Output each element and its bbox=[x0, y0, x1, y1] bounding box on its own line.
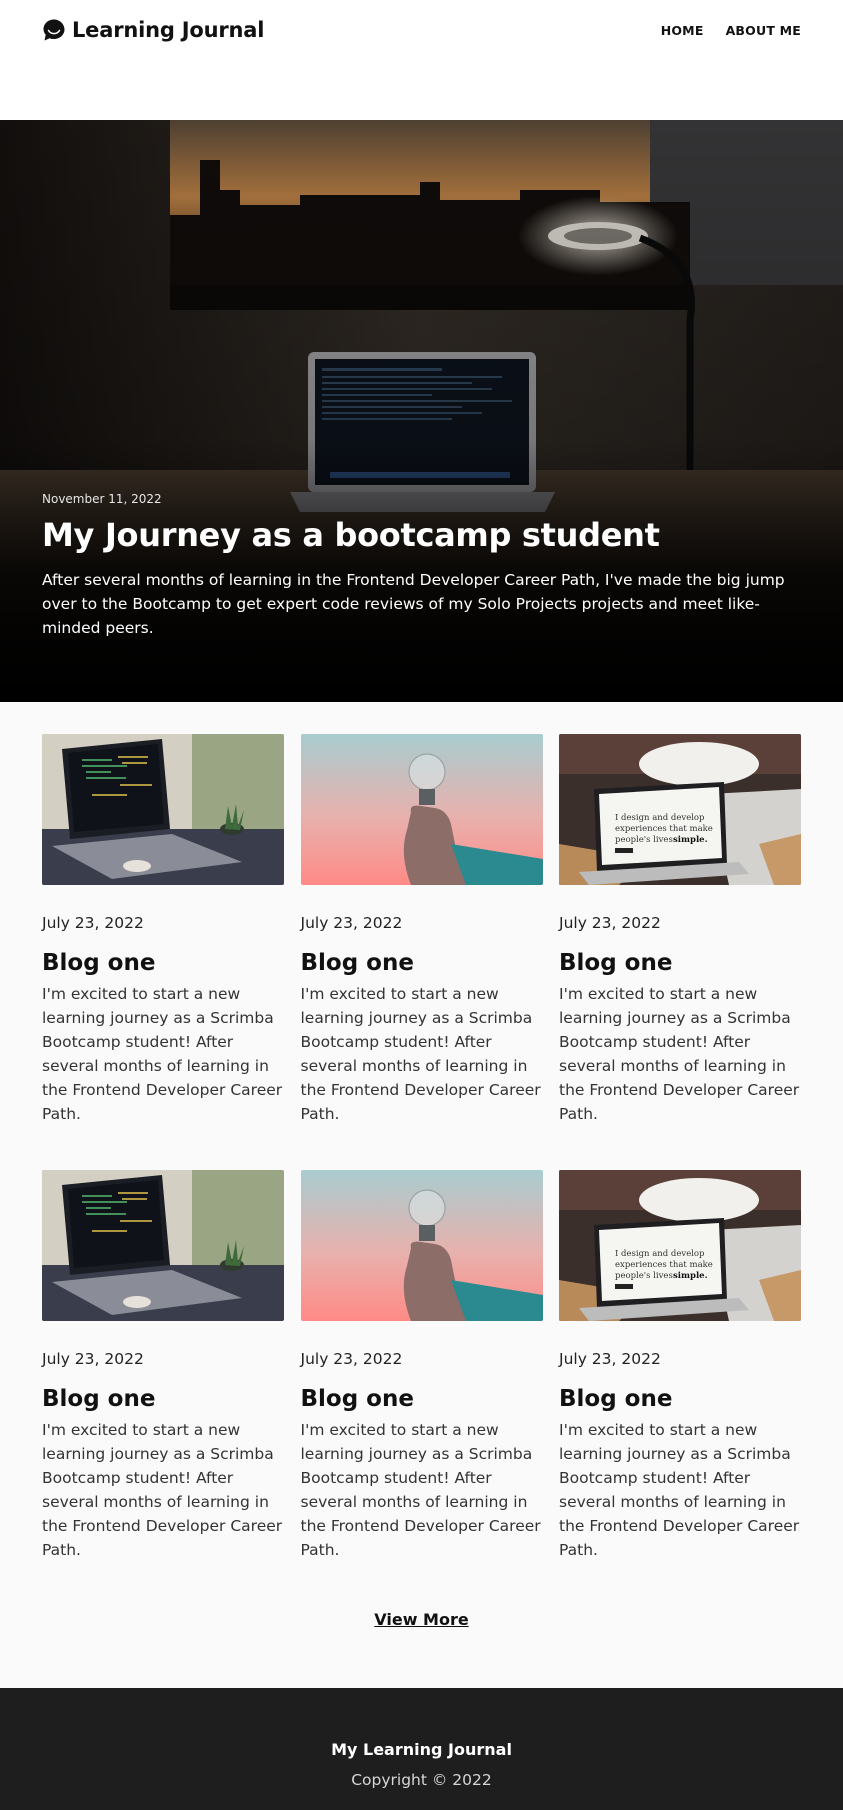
hero-title[interactable]: My Journey as a bootcamp student bbox=[42, 516, 801, 554]
svg-text:people's lives: people's lives bbox=[615, 1271, 673, 1281]
post-date: July 23, 2022 bbox=[300, 1350, 403, 1368]
post-title[interactable]: Blog one bbox=[42, 950, 284, 976]
hero-date: November 11, 2022 bbox=[42, 492, 162, 506]
nav-home-link[interactable]: HOME bbox=[661, 23, 704, 38]
posts-grid: July 23, 2022 Blog one I'm excited to st… bbox=[0, 702, 843, 1606]
post-title[interactable]: Blog one bbox=[301, 950, 543, 976]
lightbulb-thumbnail-image bbox=[300, 1170, 543, 1321]
view-more-container: View More bbox=[0, 1606, 843, 1688]
post-excerpt: I'm excited to start a new learning jour… bbox=[42, 985, 283, 1123]
post-date: July 23, 2022 bbox=[559, 1350, 661, 1368]
svg-text:I design and develop: I design and develop bbox=[615, 813, 705, 823]
post-excerpt: I'm excited to start a new learning jour… bbox=[300, 1421, 541, 1559]
svg-text:people's lives: people's lives bbox=[615, 835, 673, 845]
brand[interactable]: Learning Journal bbox=[42, 16, 264, 44]
blog-post-card[interactable]: July 23, 2022 Blog one I'm excited to st… bbox=[42, 1170, 284, 1606]
site-footer: My Learning Journal Copyright © 2022 bbox=[0, 1688, 843, 1810]
laptop-code-thumbnail-image bbox=[42, 1170, 284, 1321]
blog-post-card[interactable]: I design and develop experiences that ma… bbox=[559, 734, 801, 1170]
post-date: July 23, 2022 bbox=[300, 914, 403, 932]
blog-post-card[interactable]: July 23, 2022 Blog one I'm excited to st… bbox=[300, 1170, 543, 1606]
post-excerpt: I'm excited to start a new learning jour… bbox=[559, 1421, 800, 1559]
post-title[interactable]: Blog one bbox=[301, 1386, 543, 1412]
svg-text:experiences that make: experiences that make bbox=[615, 824, 713, 834]
nav-about-link[interactable]: ABOUT ME bbox=[726, 23, 801, 38]
blog-post-card[interactable]: July 23, 2022 Blog one I'm excited to st… bbox=[42, 734, 284, 1170]
blog-post-card[interactable]: I design and develop experiences that ma… bbox=[559, 1170, 801, 1606]
hero-content: November 11, 2022 My Journey as a bootca… bbox=[42, 492, 801, 640]
view-more-link[interactable]: View More bbox=[374, 1610, 468, 1629]
post-excerpt: I'm excited to start a new learning jour… bbox=[42, 1421, 283, 1559]
brand-title: Learning Journal bbox=[72, 18, 265, 42]
laptop-code-thumbnail-image bbox=[42, 734, 284, 885]
lightbulb-thumbnail-image bbox=[300, 734, 543, 885]
post-date: July 23, 2022 bbox=[42, 1350, 144, 1368]
hero-excerpt: After several months of learning in the … bbox=[42, 571, 785, 637]
post-date: July 23, 2022 bbox=[42, 914, 144, 932]
laptop-design-thumbnail-image: I design and develop experiences that ma… bbox=[559, 734, 801, 885]
hero-featured-post[interactable]: November 11, 2022 My Journey as a bootca… bbox=[0, 120, 843, 702]
blog-post-card[interactable]: July 23, 2022 Blog one I'm excited to st… bbox=[300, 734, 543, 1170]
svg-text:experiences that make: experiences that make bbox=[615, 1260, 713, 1270]
footer-title: My Learning Journal bbox=[331, 1740, 512, 1759]
post-date: July 23, 2022 bbox=[559, 914, 661, 932]
post-title[interactable]: Blog one bbox=[42, 1386, 284, 1412]
main-nav: HOME ABOUT ME bbox=[661, 16, 801, 44]
svg-text:I design and develop: I design and develop bbox=[615, 1249, 705, 1259]
site-header: Learning Journal HOME ABOUT ME bbox=[0, 0, 843, 120]
svg-text:simple.: simple. bbox=[673, 1271, 708, 1281]
laptop-design-thumbnail-image: I design and develop experiences that ma… bbox=[559, 1170, 801, 1321]
svg-text:simple.: simple. bbox=[673, 835, 708, 845]
post-title[interactable]: Blog one bbox=[559, 1386, 801, 1412]
post-excerpt: I'm excited to start a new learning jour… bbox=[559, 985, 800, 1123]
footer-copyright: Copyright © 2022 bbox=[351, 1771, 492, 1789]
post-title[interactable]: Blog one bbox=[559, 950, 801, 976]
chat-bubble-logo-icon bbox=[43, 19, 65, 41]
post-excerpt: I'm excited to start a new learning jour… bbox=[300, 985, 541, 1123]
